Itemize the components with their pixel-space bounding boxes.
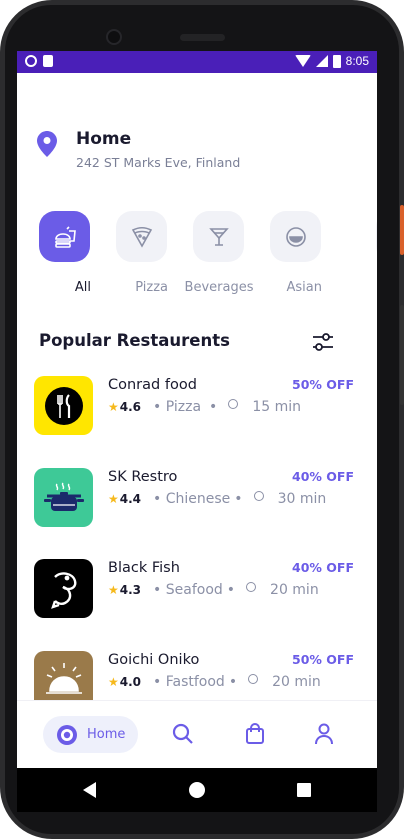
separator: • bbox=[228, 674, 238, 690]
restaurant-category: • Seafood bbox=[153, 582, 223, 598]
delivery-time: 20 min bbox=[270, 582, 319, 598]
volume-button bbox=[400, 305, 404, 405]
battery-icon bbox=[332, 54, 341, 68]
discount-badge: 40% OFF bbox=[292, 469, 354, 484]
profile-icon[interactable] bbox=[314, 723, 334, 745]
system-navigation-bar bbox=[17, 768, 377, 812]
star-icon: ★ bbox=[108, 675, 119, 689]
nav-home-label: Home bbox=[87, 727, 126, 742]
restaurant-name: Goichi Oniko bbox=[108, 652, 200, 668]
delivery-time: 15 min bbox=[252, 399, 301, 415]
fish-icon bbox=[50, 571, 76, 609]
filter-icon[interactable] bbox=[312, 332, 334, 352]
home-circle-icon[interactable] bbox=[189, 782, 205, 798]
restaurant-meta: ★ 4.0 • Fastfood • 20 min bbox=[108, 674, 321, 690]
rating-value: 4.6 bbox=[119, 400, 142, 414]
discount-badge: 40% OFF bbox=[292, 560, 354, 575]
restaurant-meta: ★ 4.6 • Pizza • 15 min bbox=[108, 399, 301, 415]
category-label: All bbox=[74, 280, 91, 295]
rating-value: 4.3 bbox=[119, 583, 142, 597]
restaurant-category: • Pizza bbox=[153, 399, 202, 415]
wifi-icon bbox=[294, 55, 311, 67]
pizza-icon bbox=[131, 226, 152, 248]
restaurant-item[interactable]: Black Fish 40% OFF ★ 4.3 • Seafood • 20 … bbox=[34, 559, 354, 619]
rating-value: 4.0 bbox=[119, 675, 142, 689]
restaurant-item[interactable]: SK Restro 40% OFF ★ 4.4 • Chienese • 30 … bbox=[34, 468, 354, 528]
restaurant-logo bbox=[34, 559, 93, 618]
fork-knife-icon bbox=[44, 386, 83, 425]
cocktail-icon bbox=[208, 227, 229, 246]
category-all[interactable]: All bbox=[39, 211, 91, 295]
power-button bbox=[400, 205, 404, 255]
home-icon bbox=[57, 724, 77, 745]
sd-card-icon bbox=[43, 55, 53, 67]
back-icon[interactable] bbox=[83, 782, 96, 798]
star-icon: ★ bbox=[108, 400, 119, 414]
status-time: 8:05 bbox=[345, 54, 369, 68]
phone-frame: 8:05 Home 242 ST Marks Eve, Finland All … bbox=[0, 0, 404, 839]
rating-value: 4.4 bbox=[119, 492, 142, 506]
restaurant-meta: ★ 4.3 • Seafood • 20 min bbox=[108, 582, 319, 598]
restaurant-category: • Fastfood bbox=[153, 674, 225, 690]
category-more[interactable] bbox=[376, 211, 377, 262]
nav-home-button[interactable]: Home bbox=[43, 716, 138, 753]
cooking-pot-icon bbox=[43, 482, 84, 511]
restaurant-logo bbox=[34, 468, 93, 527]
fastfood-icon bbox=[54, 225, 76, 248]
restaurant-meta: ★ 4.4 • Chienese • 30 min bbox=[108, 491, 326, 507]
restaurant-item[interactable]: Conrad food 50% OFF ★ 4.6 • Pizza • 15 m… bbox=[34, 376, 354, 436]
shopping-bag-icon[interactable] bbox=[245, 723, 265, 745]
search-icon[interactable] bbox=[172, 723, 194, 745]
category-label: Asian bbox=[286, 280, 322, 295]
discount-badge: 50% OFF bbox=[292, 377, 354, 392]
restaurant-name: Conrad food bbox=[108, 377, 197, 393]
delivery-time: 30 min bbox=[277, 491, 327, 507]
cloche-icon bbox=[45, 662, 82, 694]
rice-bowl-icon bbox=[285, 226, 306, 247]
restaurant-category: • Chienese bbox=[153, 491, 231, 507]
category-label: Beverages bbox=[184, 280, 254, 295]
status-bar: 8:05 bbox=[17, 51, 377, 73]
separator: • bbox=[209, 399, 218, 415]
location-pin-icon bbox=[37, 131, 57, 157]
star-icon: ★ bbox=[108, 492, 119, 506]
signal-icon bbox=[315, 55, 328, 67]
front-camera bbox=[106, 29, 122, 45]
restaurant-name: Black Fish bbox=[108, 560, 180, 576]
clock-icon bbox=[246, 582, 257, 592]
bottom-navigation: Home bbox=[17, 700, 377, 768]
category-asian[interactable]: Asian bbox=[270, 211, 322, 295]
category-pizza[interactable]: Pizza bbox=[116, 211, 168, 295]
clock-icon bbox=[248, 674, 259, 684]
discount-badge: 50% OFF bbox=[292, 652, 354, 667]
separator: • bbox=[234, 491, 243, 507]
category-beverages[interactable]: Beverages bbox=[185, 211, 253, 295]
app-screen: 8:05 Home 242 ST Marks Eve, Finland All … bbox=[17, 51, 377, 768]
section-title: Popular Restaurents bbox=[39, 331, 230, 350]
restaurant-name: SK Restro bbox=[108, 469, 178, 485]
separator: • bbox=[226, 582, 236, 598]
location-address: 242 ST Marks Eve, Finland bbox=[76, 155, 241, 170]
recent-apps-icon[interactable] bbox=[297, 783, 311, 797]
category-label: Pizza bbox=[135, 280, 168, 295]
restaurant-logo bbox=[34, 376, 93, 435]
notification-icon bbox=[25, 55, 37, 67]
clock-icon bbox=[228, 399, 239, 409]
earpiece-speaker bbox=[180, 34, 225, 41]
location-title: Home bbox=[76, 129, 132, 149]
delivery-time: 20 min bbox=[272, 674, 321, 690]
category-list: All Pizza Beverages Asian bbox=[39, 211, 377, 295]
clock-icon bbox=[253, 491, 264, 501]
star-icon: ★ bbox=[108, 583, 119, 597]
